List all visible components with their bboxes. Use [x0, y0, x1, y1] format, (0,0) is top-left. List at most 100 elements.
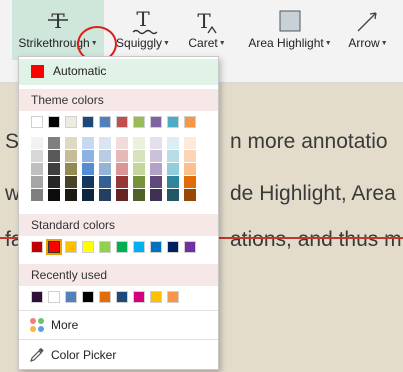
standard-color-swatch[interactable] [150, 241, 162, 253]
theme-shade-swatch[interactable] [31, 176, 43, 188]
theme-shade-swatch[interactable] [116, 189, 128, 201]
automatic-color-option[interactable]: Automatic [19, 59, 218, 85]
standard-color-swatch[interactable] [116, 241, 128, 253]
chevron-down-icon[interactable]: ▼ [325, 40, 332, 47]
more-colors-option[interactable]: More [19, 312, 218, 338]
arrow-tool[interactable]: Arrow▼ [343, 0, 393, 60]
squiggly-tool[interactable]: T Squiggly▼ [110, 0, 176, 60]
theme-shade-swatch[interactable] [184, 150, 196, 162]
theme-shade-swatch[interactable] [116, 150, 128, 162]
theme-shade-swatch[interactable] [48, 163, 60, 175]
theme-shade-column [48, 137, 60, 201]
recent-color-swatch[interactable] [99, 291, 111, 303]
theme-shade-swatch[interactable] [167, 150, 179, 162]
theme-color-swatch[interactable] [31, 116, 43, 128]
theme-shade-column [116, 137, 128, 201]
theme-shade-swatch[interactable] [99, 189, 111, 201]
eyedropper-icon [29, 347, 45, 363]
color-picker-option[interactable]: Color Picker [19, 342, 218, 368]
theme-color-swatch[interactable] [150, 116, 162, 128]
theme-shade-swatch[interactable] [48, 176, 60, 188]
standard-color-swatch[interactable] [167, 241, 179, 253]
standard-color-swatch[interactable] [31, 241, 43, 253]
area-highlight-label: Area Highlight [248, 36, 324, 50]
theme-shade-swatch[interactable] [82, 137, 94, 149]
theme-shade-swatch[interactable] [82, 189, 94, 201]
theme-shade-swatch[interactable] [116, 163, 128, 175]
theme-color-swatch[interactable] [167, 116, 179, 128]
theme-color-swatch[interactable] [82, 116, 94, 128]
theme-shade-column [167, 137, 179, 201]
recent-color-swatch[interactable] [133, 291, 145, 303]
recent-color-swatch[interactable] [31, 291, 43, 303]
standard-color-swatch[interactable] [46, 239, 62, 255]
theme-color-swatch[interactable] [184, 116, 196, 128]
theme-shade-swatch[interactable] [116, 176, 128, 188]
theme-shade-swatch[interactable] [65, 189, 77, 201]
recent-color-swatch[interactable] [48, 291, 60, 303]
theme-shade-swatch[interactable] [82, 176, 94, 188]
theme-shade-swatch[interactable] [48, 137, 60, 149]
theme-shade-swatch[interactable] [184, 189, 196, 201]
chevron-down-icon[interactable]: ▼ [381, 40, 388, 47]
theme-shade-swatch[interactable] [150, 176, 162, 188]
theme-shade-swatch[interactable] [99, 163, 111, 175]
theme-shade-swatch[interactable] [167, 176, 179, 188]
theme-shade-swatch[interactable] [167, 137, 179, 149]
theme-shade-swatch[interactable] [99, 176, 111, 188]
standard-color-swatch[interactable] [133, 241, 145, 253]
theme-shade-swatch[interactable] [48, 189, 60, 201]
theme-shade-swatch[interactable] [31, 137, 43, 149]
chevron-down-icon[interactable]: ▼ [163, 40, 170, 47]
theme-color-swatch[interactable] [99, 116, 111, 128]
theme-shade-swatch[interactable] [150, 163, 162, 175]
recent-color-swatch[interactable] [65, 291, 77, 303]
theme-shade-swatch[interactable] [31, 150, 43, 162]
theme-shade-swatch[interactable] [150, 137, 162, 149]
theme-shade-swatch[interactable] [82, 163, 94, 175]
theme-shade-swatch[interactable] [133, 189, 145, 201]
theme-shade-swatch[interactable] [99, 150, 111, 162]
theme-shade-swatch[interactable] [48, 150, 60, 162]
theme-shade-column [184, 137, 196, 201]
theme-color-swatch[interactable] [133, 116, 145, 128]
theme-shade-swatch[interactable] [65, 150, 77, 162]
recent-color-swatch[interactable] [167, 291, 179, 303]
theme-shade-swatch[interactable] [150, 189, 162, 201]
standard-color-swatch[interactable] [99, 241, 111, 253]
theme-color-swatch[interactable] [116, 116, 128, 128]
caret-tool[interactable]: T Caret▼ [184, 0, 230, 60]
standard-color-swatch[interactable] [82, 241, 94, 253]
area-highlight-tool[interactable]: Area Highlight▼ [243, 0, 337, 60]
theme-shade-swatch[interactable] [65, 137, 77, 149]
theme-shade-swatch[interactable] [65, 176, 77, 188]
standard-color-swatch[interactable] [184, 241, 196, 253]
recent-color-swatch[interactable] [116, 291, 128, 303]
theme-shade-swatch[interactable] [133, 163, 145, 175]
theme-shade-swatch[interactable] [82, 150, 94, 162]
theme-shade-swatch[interactable] [167, 163, 179, 175]
recent-color-swatch[interactable] [150, 291, 162, 303]
standard-color-swatch[interactable] [65, 241, 77, 253]
theme-color-swatch[interactable] [48, 116, 60, 128]
automatic-swatch [31, 65, 44, 78]
theme-shade-swatch[interactable] [184, 176, 196, 188]
chevron-down-icon[interactable]: ▼ [219, 40, 226, 47]
theme-color-swatch[interactable] [65, 116, 77, 128]
theme-shade-swatch[interactable] [116, 137, 128, 149]
theme-shade-swatch[interactable] [150, 150, 162, 162]
color-picker-label: Color Picker [51, 348, 117, 362]
theme-shade-swatch[interactable] [65, 163, 77, 175]
text-fragment: de Highlight, Area [230, 182, 396, 205]
theme-shade-swatch[interactable] [133, 137, 145, 149]
theme-shade-swatch[interactable] [133, 150, 145, 162]
recent-color-swatch[interactable] [82, 291, 94, 303]
theme-shade-swatch[interactable] [167, 189, 179, 201]
theme-shade-swatch[interactable] [31, 163, 43, 175]
theme-shade-swatch[interactable] [184, 163, 196, 175]
theme-shade-swatch[interactable] [184, 137, 196, 149]
standard-colors-row [31, 239, 196, 255]
theme-shade-swatch[interactable] [133, 176, 145, 188]
theme-shade-swatch[interactable] [99, 137, 111, 149]
theme-shade-swatch[interactable] [31, 189, 43, 201]
